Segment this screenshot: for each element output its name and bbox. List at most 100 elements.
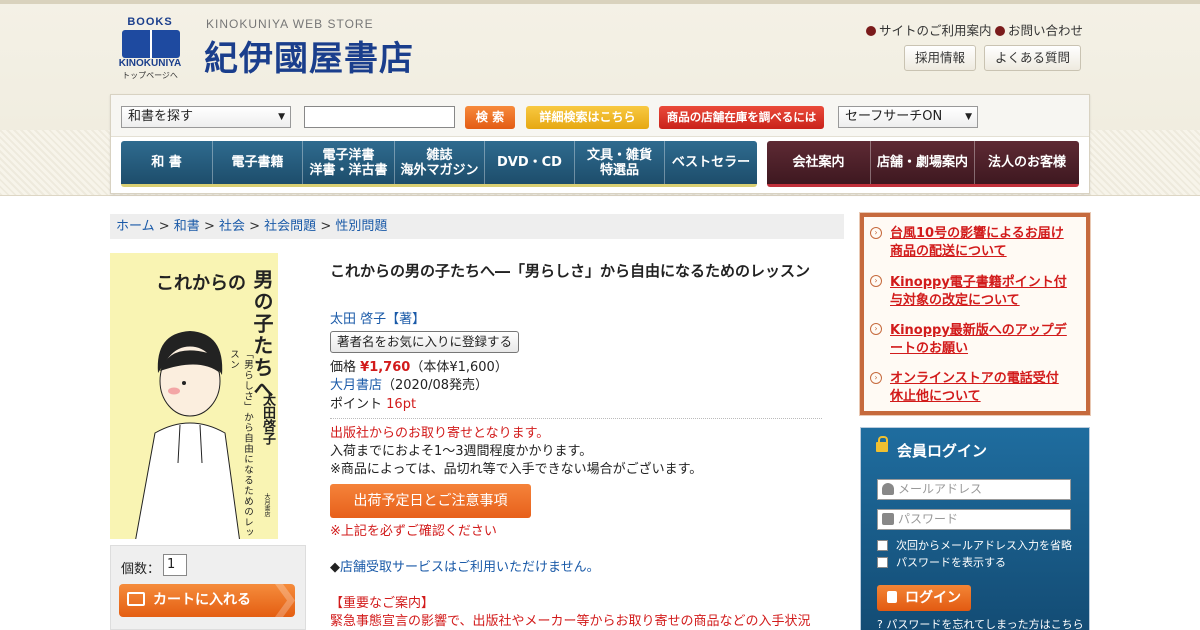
- corporate-nav: 会社案内 店舗・劇場案内 法人のお客様: [767, 141, 1079, 187]
- shipping-info-button[interactable]: 出荷予定日とご注意事項: [330, 484, 531, 518]
- order-note: 出版社からのお取り寄せとなります。: [330, 426, 550, 441]
- show-password-label: パスワードを表示する: [896, 556, 1006, 569]
- breadcrumb-home[interactable]: ホーム: [116, 219, 155, 234]
- advanced-search-button[interactable]: 詳細検索はこちら: [526, 106, 649, 129]
- forgot-password-label: パスワードを忘れてしまった方はこちら: [886, 618, 1084, 630]
- breadcrumb-social-issues[interactable]: 社会問題: [264, 219, 316, 234]
- remember-email-label: 次回からメールアドレス入力を省略: [896, 539, 1072, 552]
- nav-magazines[interactable]: 雑誌 海外マガジン: [395, 141, 485, 184]
- chevron-right-icon: ›: [870, 372, 882, 384]
- purchase-box: 個数： 1 カートに入れる: [110, 545, 306, 630]
- boy-illustration: [135, 331, 240, 539]
- nav-stationery[interactable]: 文具・雑貨 特選品: [575, 141, 665, 184]
- category-select[interactable]: 和書を探す ▼: [121, 106, 291, 128]
- add-to-cart-label: カートに入れる: [153, 592, 251, 608]
- faq-button[interactable]: よくある質問: [984, 45, 1082, 71]
- email-placeholder: メールアドレス: [898, 482, 983, 496]
- availability-note: ※商品によっては、品切れ等で入手できない場合がございます。: [330, 462, 703, 477]
- password-placeholder: パスワード: [898, 512, 959, 526]
- book-logo-icon: [122, 30, 180, 58]
- quantity-input[interactable]: 1: [163, 554, 187, 576]
- news-item-kinoppy-points[interactable]: Kinoppy電子書籍ポイント付与対象の改定について: [890, 274, 1070, 310]
- breadcrumb-society[interactable]: 社会: [219, 219, 245, 234]
- store-pickup-note[interactable]: 店舗受取サービスはご利用いただけません。: [340, 560, 600, 575]
- price-row: 価格 ¥1,760（本体¥1,600）: [330, 359, 508, 377]
- keyword-input[interactable]: [304, 106, 455, 128]
- add-to-cart-button[interactable]: カートに入れる: [119, 584, 295, 617]
- store-stock-button[interactable]: 商品の店舗在庫を調べるには: [659, 106, 824, 129]
- site-guide-link[interactable]: サイトのご利用案内: [866, 20, 992, 39]
- product-title: これからの男の子たちへ―「男らしさ」から自由になるためのレッスン: [330, 262, 811, 280]
- cover-author: 太田啓子: [260, 393, 275, 445]
- recruit-button[interactable]: 採用情報: [904, 45, 977, 71]
- favorite-author-button[interactable]: 著者名をお気に入りに登録する: [330, 331, 520, 353]
- logo-name-text: KINOKUNIYA: [118, 58, 182, 69]
- chevron-right-icon: ›: [870, 323, 882, 335]
- search-row: 和書を探す ▼ 検 索 詳細検索はこちら 商品の店舗在庫を調べるには セーフサーチ…: [111, 95, 1089, 137]
- notice-text: 緊急事態宣言の影響で、出版社やメーカー等からお取り寄せの商品などの入手状況: [330, 614, 811, 629]
- notice-title: 【重要なご案内】: [330, 596, 435, 611]
- arrival-note: 入荷までにおよそ1～3週間程度かかります。: [330, 444, 593, 459]
- news-item-kinoppy-update[interactable]: Kinoppy最新版へのアップデートのお願い: [890, 322, 1070, 358]
- cart-icon: [127, 592, 145, 606]
- breadcrumb-japanese-books[interactable]: 和書: [174, 219, 200, 234]
- contact-link[interactable]: お問い合わせ: [995, 20, 1083, 39]
- category-select-value: 和書を探す: [128, 109, 194, 124]
- lock-icon: [876, 436, 888, 452]
- password-field[interactable]: パスワード: [877, 509, 1071, 530]
- nav-foreign-books[interactable]: 電子洋書 洋書・洋古書: [303, 141, 395, 184]
- nav-japanese-books[interactable]: 和 書: [121, 141, 213, 184]
- store-name-en: KINOKUNIYA WEB STORE: [206, 17, 374, 31]
- lock-icon: [887, 591, 897, 603]
- member-login-box: 会員ログイン メールアドレス パスワード 次回からメールアドレス入力を省略 パス…: [860, 427, 1090, 630]
- news-item-typhoon[interactable]: 台風10号の影響によるお届け商品の配送について: [890, 225, 1070, 261]
- remember-email-checkbox[interactable]: 次回からメールアドレス入力を省略: [877, 539, 1072, 553]
- main-nav: 和 書 電子書籍 電子洋書 洋書・洋古書 雑誌 海外マガジン DVD・CD 文具…: [121, 141, 757, 187]
- publisher-row: 大月書店（2020/08発売）: [330, 377, 488, 395]
- chevron-right-icon: ›: [870, 275, 882, 287]
- show-password-checkbox[interactable]: パスワードを表示する: [877, 556, 1006, 570]
- bullet-icon: [995, 26, 1005, 36]
- bullet-icon: [866, 26, 876, 36]
- diamond-bullet-icon: ◆: [330, 560, 340, 575]
- points-value: 16pt: [386, 397, 417, 412]
- price-label: 価格: [330, 360, 357, 375]
- announcements-box: › 台風10号の影響によるお届け商品の配送について › Kinoppy電子書籍ポ…: [859, 212, 1091, 416]
- news-item-phone-support[interactable]: オンラインストアの電話受付休止他について: [890, 370, 1070, 406]
- nav-ebooks[interactable]: 電子書籍: [213, 141, 303, 184]
- nav-stores[interactable]: 店舗・劇場案内: [871, 141, 975, 184]
- cover-title-a: これからの: [156, 273, 246, 294]
- breadcrumb: ホーム > 和書 > 社会 > 社会問題 > 性別問題: [110, 214, 844, 239]
- logo-link[interactable]: BOOKS KINOKUNIYA トップページへ: [112, 14, 188, 80]
- publisher-link[interactable]: 大月書店: [330, 378, 382, 393]
- site-guide-label: サイトのご利用案内: [879, 23, 992, 38]
- logo-books-text: BOOKS: [127, 16, 173, 28]
- user-icon: [882, 483, 894, 495]
- nav-company[interactable]: 会社案内: [767, 141, 871, 184]
- forgot-password-link[interactable]: ? パスワードを忘れてしまった方はこちら: [877, 616, 1084, 630]
- divider: [330, 418, 822, 419]
- author-link[interactable]: 太田 啓子【著】: [330, 311, 425, 329]
- triangle-down-icon: ▼: [965, 112, 972, 122]
- nav-dvd-cd[interactable]: DVD・CD: [485, 141, 575, 184]
- nav-bestseller[interactable]: ベストセラー: [665, 141, 757, 184]
- checkbox-box: [877, 540, 888, 551]
- points-label: ポイント: [330, 397, 383, 412]
- nav-corporate[interactable]: 法人のお客様: [975, 141, 1079, 184]
- search-button[interactable]: 検 索: [465, 106, 515, 129]
- quantity-label: 個数：: [121, 562, 161, 577]
- logo-top-link-text: トップページへ: [122, 71, 178, 80]
- price-value: ¥1,760: [360, 360, 411, 375]
- login-button-label: ログイン: [905, 590, 961, 606]
- login-button[interactable]: ログイン: [877, 585, 971, 611]
- login-title: 会員ログイン: [897, 442, 988, 460]
- header-stripe: [0, 0, 1200, 4]
- store-name-jp[interactable]: 紀伊國屋書店: [204, 31, 414, 80]
- email-field[interactable]: メールアドレス: [877, 479, 1071, 500]
- breadcrumb-gender-issues[interactable]: 性別問題: [335, 219, 387, 234]
- safesearch-select[interactable]: セーフサーチON ▼: [838, 106, 978, 128]
- key-icon: [882, 513, 894, 525]
- cover-publisher: 大月書店: [263, 493, 270, 517]
- price-note: （本体¥1,600）: [410, 360, 508, 375]
- store-pickup-row: ◆店舗受取サービスはご利用いただけません。: [330, 559, 600, 577]
